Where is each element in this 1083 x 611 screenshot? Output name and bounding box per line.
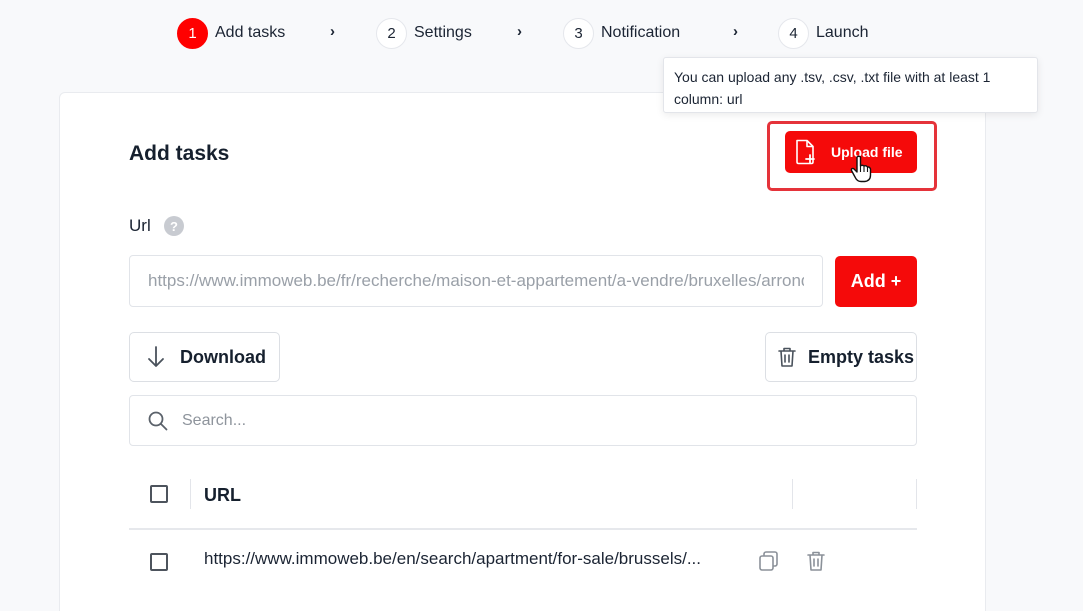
table-header: URL — [129, 463, 917, 530]
search-box — [129, 395, 917, 446]
table-row: https://www.immoweb.be/en/search/apartme… — [129, 530, 917, 594]
download-button[interactable]: Download — [129, 332, 280, 382]
step-label: Add tasks — [215, 24, 286, 41]
arrow-down-icon — [148, 346, 164, 367]
upload-tooltip: You can upload any .tsv, .csv, .txt file… — [663, 57, 1038, 113]
search-icon — [148, 411, 168, 430]
column-divider — [792, 479, 793, 509]
step-add-tasks[interactable]: 1 Add tasks — [177, 17, 285, 49]
download-label: Download — [180, 346, 266, 367]
trash-icon[interactable] — [806, 550, 826, 572]
question-icon[interactable]: ? — [164, 216, 184, 236]
url-input[interactable] — [129, 255, 823, 307]
step-number: 1 — [177, 17, 208, 49]
hand-pointer-icon — [850, 155, 872, 183]
step-label: Launch — [816, 24, 869, 41]
step-label: Settings — [414, 24, 472, 41]
search-input[interactable] — [182, 411, 882, 430]
step-number: 4 — [778, 17, 809, 49]
copy-icon[interactable] — [758, 550, 780, 572]
step-launch[interactable]: 4 Launch — [778, 17, 869, 49]
select-all-checkbox[interactable] — [150, 485, 168, 503]
step-notification[interactable]: 3 Notification — [563, 17, 680, 49]
chevron-right-icon: › — [517, 23, 522, 40]
add-tasks-card: Add tasks Upload file Url ? Add + Downlo… — [59, 92, 986, 611]
empty-tasks-label: Empty tasks — [808, 346, 915, 367]
column-header-url: URL — [204, 485, 241, 505]
tasks-table: URL https://www.immoweb.be/en/search/apa… — [129, 463, 917, 594]
url-label: Url — [129, 216, 151, 235]
row-url: https://www.immoweb.be/en/search/apartme… — [204, 549, 701, 568]
column-divider — [190, 479, 191, 509]
chevron-right-icon: › — [330, 23, 335, 40]
add-url-button[interactable]: Add + — [835, 256, 917, 307]
stepper: 1 Add tasks › 2 Settings › 3 Notificatio… — [0, 17, 1083, 49]
step-label: Notification — [601, 24, 681, 41]
step-number: 2 — [376, 17, 407, 49]
empty-tasks-button[interactable]: Empty tasks — [765, 332, 917, 382]
card-title: Add tasks — [129, 142, 230, 165]
chevron-right-icon: › — [733, 23, 738, 40]
row-checkbox[interactable] — [150, 553, 168, 571]
column-divider — [916, 479, 917, 509]
step-number: 3 — [563, 17, 594, 49]
trash-icon — [778, 347, 796, 367]
file-plus-icon — [796, 139, 815, 165]
step-settings[interactable]: 2 Settings — [376, 17, 472, 49]
